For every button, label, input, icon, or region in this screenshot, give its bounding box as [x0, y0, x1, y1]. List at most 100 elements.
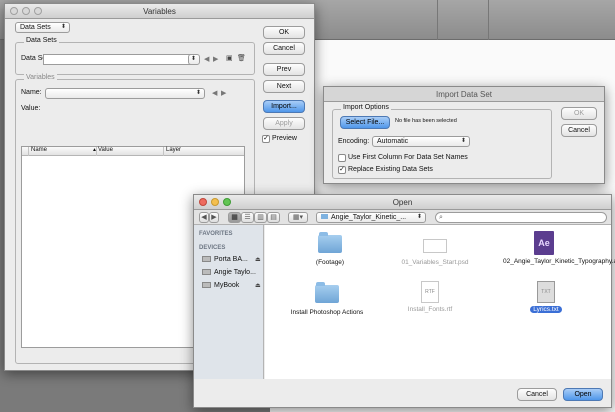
sidebar-device[interactable]: MyBook: [202, 282, 239, 289]
encoding-label: Encoding:: [338, 138, 370, 145]
updown-arrow-icon: ⬍: [195, 90, 201, 96]
device-label: MyBook: [214, 282, 240, 289]
rtf-file-icon: RTF: [421, 281, 439, 303]
column-header-value[interactable]: Value: [98, 147, 113, 153]
import-ok-button[interactable]: OK: [561, 107, 597, 120]
updown-arrow-icon: ⬍: [416, 214, 422, 220]
encoding-select[interactable]: Automatic ⬍: [372, 136, 470, 147]
open-sidebar: FAVORITES DEVICES Porta BA... ⏏ Angie Ta…: [194, 225, 264, 379]
open-cancel-button[interactable]: Cancel: [517, 388, 557, 401]
sidebar-device[interactable]: Porta BA...: [202, 256, 248, 263]
file-item[interactable]: RTF Install_Fonts.rtf: [400, 281, 460, 313]
forward-arrow-icon[interactable]: ▶: [209, 212, 219, 223]
preview-checkbox[interactable]: ✓: [262, 135, 270, 143]
updown-arrow-icon: ⬍: [60, 24, 66, 30]
variables-title: Variables: [143, 7, 176, 16]
icon-view-icon[interactable]: ▦: [228, 212, 241, 223]
previous-dataset-icon[interactable]: ◀: [204, 55, 209, 63]
column-divider: [163, 147, 164, 156]
variable-name-select[interactable]: ⬍: [45, 88, 205, 99]
txt-file-icon: TXT: [537, 281, 555, 303]
file-item[interactable]: (Footage): [305, 232, 355, 266]
device-label: Angie Taylo...: [214, 269, 256, 276]
import-titlebar: Import Data Set: [324, 87, 604, 102]
updown-arrow-icon: ⬍: [190, 56, 196, 62]
sidebar-device[interactable]: Angie Taylo...: [202, 269, 256, 276]
define-select-value: Data Sets: [20, 24, 51, 31]
location-value: Angie_Taylor_Kinetic_...: [331, 214, 407, 221]
minimize-window-icon[interactable]: [22, 7, 30, 15]
column-header-name[interactable]: Name: [31, 147, 47, 153]
import-button[interactable]: Import...: [263, 100, 305, 113]
list-view-icon[interactable]: ☰: [241, 212, 254, 223]
file-item[interactable]: 01_Variables_Start.psd: [395, 235, 475, 266]
table-header: Name ▲ Value Layer: [22, 147, 244, 156]
first-column-checkbox[interactable]: [338, 154, 346, 162]
file-item[interactable]: Ae 02_Angie_Taylor_Kinetic_Typography.ae…: [503, 231, 615, 265]
zoom-window-icon[interactable]: [34, 7, 42, 15]
ok-button[interactable]: OK: [263, 26, 305, 39]
prev-button[interactable]: Prev: [263, 63, 305, 76]
close-window-icon[interactable]: [199, 198, 207, 206]
value-label: Value:: [21, 105, 41, 112]
encoding-value: Automatic: [377, 138, 409, 145]
file-name: Install_Fonts.rtf: [407, 306, 453, 313]
window-controls: [199, 198, 231, 206]
variables-titlebar: Variables: [5, 4, 314, 19]
psd-file-icon: [423, 239, 447, 253]
delete-dataset-icon[interactable]: 🗑: [237, 54, 246, 62]
folder-icon: [315, 282, 339, 303]
next-dataset-icon[interactable]: ▶: [213, 55, 218, 63]
open-button[interactable]: Open: [563, 388, 603, 401]
cancel-button[interactable]: Cancel: [263, 42, 305, 55]
new-dataset-icon[interactable]: ▣: [226, 54, 233, 62]
first-column-label: Use First Column For Data Set Names: [348, 154, 468, 161]
file-name: 01_Variables_Start.psd: [401, 259, 469, 266]
toolbar-divider: [437, 0, 438, 40]
window-controls: [10, 7, 42, 15]
import-cancel-button[interactable]: Cancel: [561, 124, 597, 137]
toolbar-divider: [488, 0, 489, 40]
eject-icon[interactable]: ⏏: [255, 282, 261, 289]
previous-variable-icon[interactable]: ◀: [212, 89, 217, 97]
column-divider: [28, 147, 29, 156]
name-label: Name:: [21, 89, 42, 96]
file-item-selected[interactable]: TXT Lyrics.txt: [516, 281, 576, 313]
after-effects-file-icon: Ae: [534, 231, 554, 255]
open-title: Open: [392, 198, 413, 207]
replace-datasets-checkbox[interactable]: ✓: [338, 166, 346, 174]
drive-icon: [202, 256, 211, 263]
zoom-window-icon[interactable]: [223, 198, 231, 206]
column-view-icon[interactable]: ▥: [254, 212, 267, 223]
next-button[interactable]: Next: [263, 80, 305, 93]
apply-button[interactable]: Apply: [263, 117, 305, 130]
column-header-layer[interactable]: Layer: [166, 147, 181, 153]
minimize-window-icon[interactable]: [211, 198, 219, 206]
dataset-dropdown[interactable]: ⬍: [188, 54, 200, 65]
search-field[interactable]: ⌕: [435, 212, 607, 223]
import-title: Import Data Set: [435, 90, 493, 99]
eject-icon[interactable]: ⏏: [255, 256, 261, 263]
next-variable-icon[interactable]: ▶: [221, 89, 226, 97]
open-dialog: Open ◀ ▶ ▦ ☰ ▥ ▤ ▦▾ Angie_Taylor_Kinetic…: [193, 194, 615, 408]
dataset-field[interactable]: [43, 54, 191, 65]
import-options-title: Import Options: [341, 104, 391, 111]
select-file-button[interactable]: Select File...: [340, 116, 390, 129]
open-toolbar: ◀ ▶ ▦ ☰ ▥ ▤ ▦▾ Angie_Taylor_Kinetic_... …: [194, 210, 611, 225]
location-select[interactable]: Angie_Taylor_Kinetic_... ⬍: [316, 212, 426, 223]
define-select[interactable]: Data Sets ⬍: [15, 22, 70, 33]
back-arrow-icon[interactable]: ◀: [199, 212, 209, 223]
file-name: 02_Angie_Taylor_Kinetic_Typography.aep: [503, 258, 615, 265]
coverflow-view-icon[interactable]: ▤: [267, 212, 280, 223]
file-item[interactable]: Install Photoshop Actions: [287, 282, 367, 316]
file-name: (Footage): [315, 259, 345, 266]
folder-icon: [321, 214, 328, 219]
updown-arrow-icon: ⬍: [460, 138, 466, 144]
close-window-icon[interactable]: [10, 7, 18, 15]
computer-icon: [202, 269, 211, 276]
arrange-menu-icon[interactable]: ▦▾: [288, 212, 308, 223]
search-icon: ⌕: [439, 214, 443, 221]
file-name: Lyrics.txt: [530, 306, 562, 313]
variables-group-title: Variables: [24, 74, 57, 81]
replace-datasets-label: Replace Existing Data Sets: [348, 166, 433, 173]
